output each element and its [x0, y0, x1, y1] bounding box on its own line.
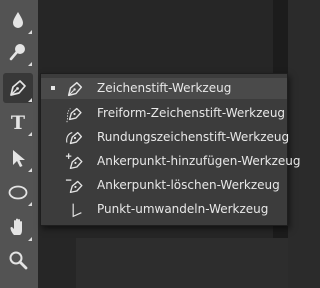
- path-selection-tool-button[interactable]: [3, 143, 33, 173]
- zoom-tool-button[interactable]: [3, 245, 33, 275]
- flyout-indicator: [28, 62, 32, 66]
- flyout-indicator: [28, 237, 32, 241]
- add-anchor-point-icon: [65, 152, 85, 172]
- flyout-indicator: [28, 98, 32, 102]
- ellipse-tool-button[interactable]: [3, 177, 33, 207]
- menu-item-convert-point-tool[interactable]: Punkt-umwandeln-Werkzeug: [41, 199, 287, 220]
- menu-item-add-anchor-point-tool[interactable]: Ankerpunkt-hinzufügen-Werkzeug: [41, 151, 301, 172]
- pen-tools-flyout-menu: Zeichenstift-Werkzeug Freiform-Zeichenst…: [40, 73, 301, 226]
- menu-item-curvature-pen-tool[interactable]: Rundungszeichenstift-Werkzeug: [41, 127, 290, 148]
- dodge-icon: [9, 44, 25, 61]
- menu-item-freeform-pen-tool[interactable]: Freiform-Zeichenstift-Werkzeug: [41, 103, 287, 124]
- menu-item-delete-anchor-point-tool[interactable]: Ankerpunkt-löschen-Werkzeug: [41, 175, 287, 196]
- convert-point-icon: [65, 200, 85, 220]
- menu-item-pen-tool[interactable]: Zeichenstift-Werkzeug: [41, 78, 287, 99]
- menu-item-label: Rundungszeichenstift-Werkzeug: [97, 130, 290, 144]
- ellipse-icon: [8, 185, 28, 200]
- menu-item-label: Freiform-Zeichenstift-Werkzeug: [97, 106, 286, 120]
- document-edge-bottom: [76, 238, 288, 288]
- hand-tool-button[interactable]: [3, 212, 33, 242]
- hand-icon: [10, 218, 22, 235]
- flyout-indicator: [28, 30, 32, 34]
- freeform-pen-icon: [65, 104, 85, 124]
- flyout-indicator: [28, 202, 32, 206]
- blur-tool-button[interactable]: [3, 5, 33, 35]
- menu-item-label: Punkt-umwandeln-Werkzeug: [97, 202, 269, 216]
- selected-indicator: [51, 86, 55, 90]
- dodge-tool-button[interactable]: [3, 37, 33, 67]
- menu-item-label: Ankerpunkt-löschen-Werkzeug: [97, 178, 280, 192]
- menu-item-label: Ankerpunkt-hinzufügen-Werkzeug: [97, 154, 301, 168]
- type-tool-button[interactable]: T: [3, 107, 33, 137]
- blur-drop-icon: [13, 12, 23, 28]
- flyout-indicator: [28, 168, 32, 172]
- type-icon: T: [11, 112, 25, 133]
- curvature-pen-icon: [65, 128, 85, 148]
- pen-icon: [65, 79, 85, 99]
- tools-panel: T: [0, 0, 38, 288]
- path-selection-icon: [13, 150, 25, 167]
- zoom-icon: [9, 251, 28, 270]
- menu-item-label: Zeichenstift-Werkzeug: [97, 81, 232, 95]
- svg-text:T: T: [11, 112, 25, 133]
- pen-tool-button[interactable]: [3, 73, 33, 103]
- flyout-indicator: [28, 132, 32, 136]
- pen-icon: [10, 80, 26, 96]
- delete-anchor-point-icon: [65, 176, 85, 196]
